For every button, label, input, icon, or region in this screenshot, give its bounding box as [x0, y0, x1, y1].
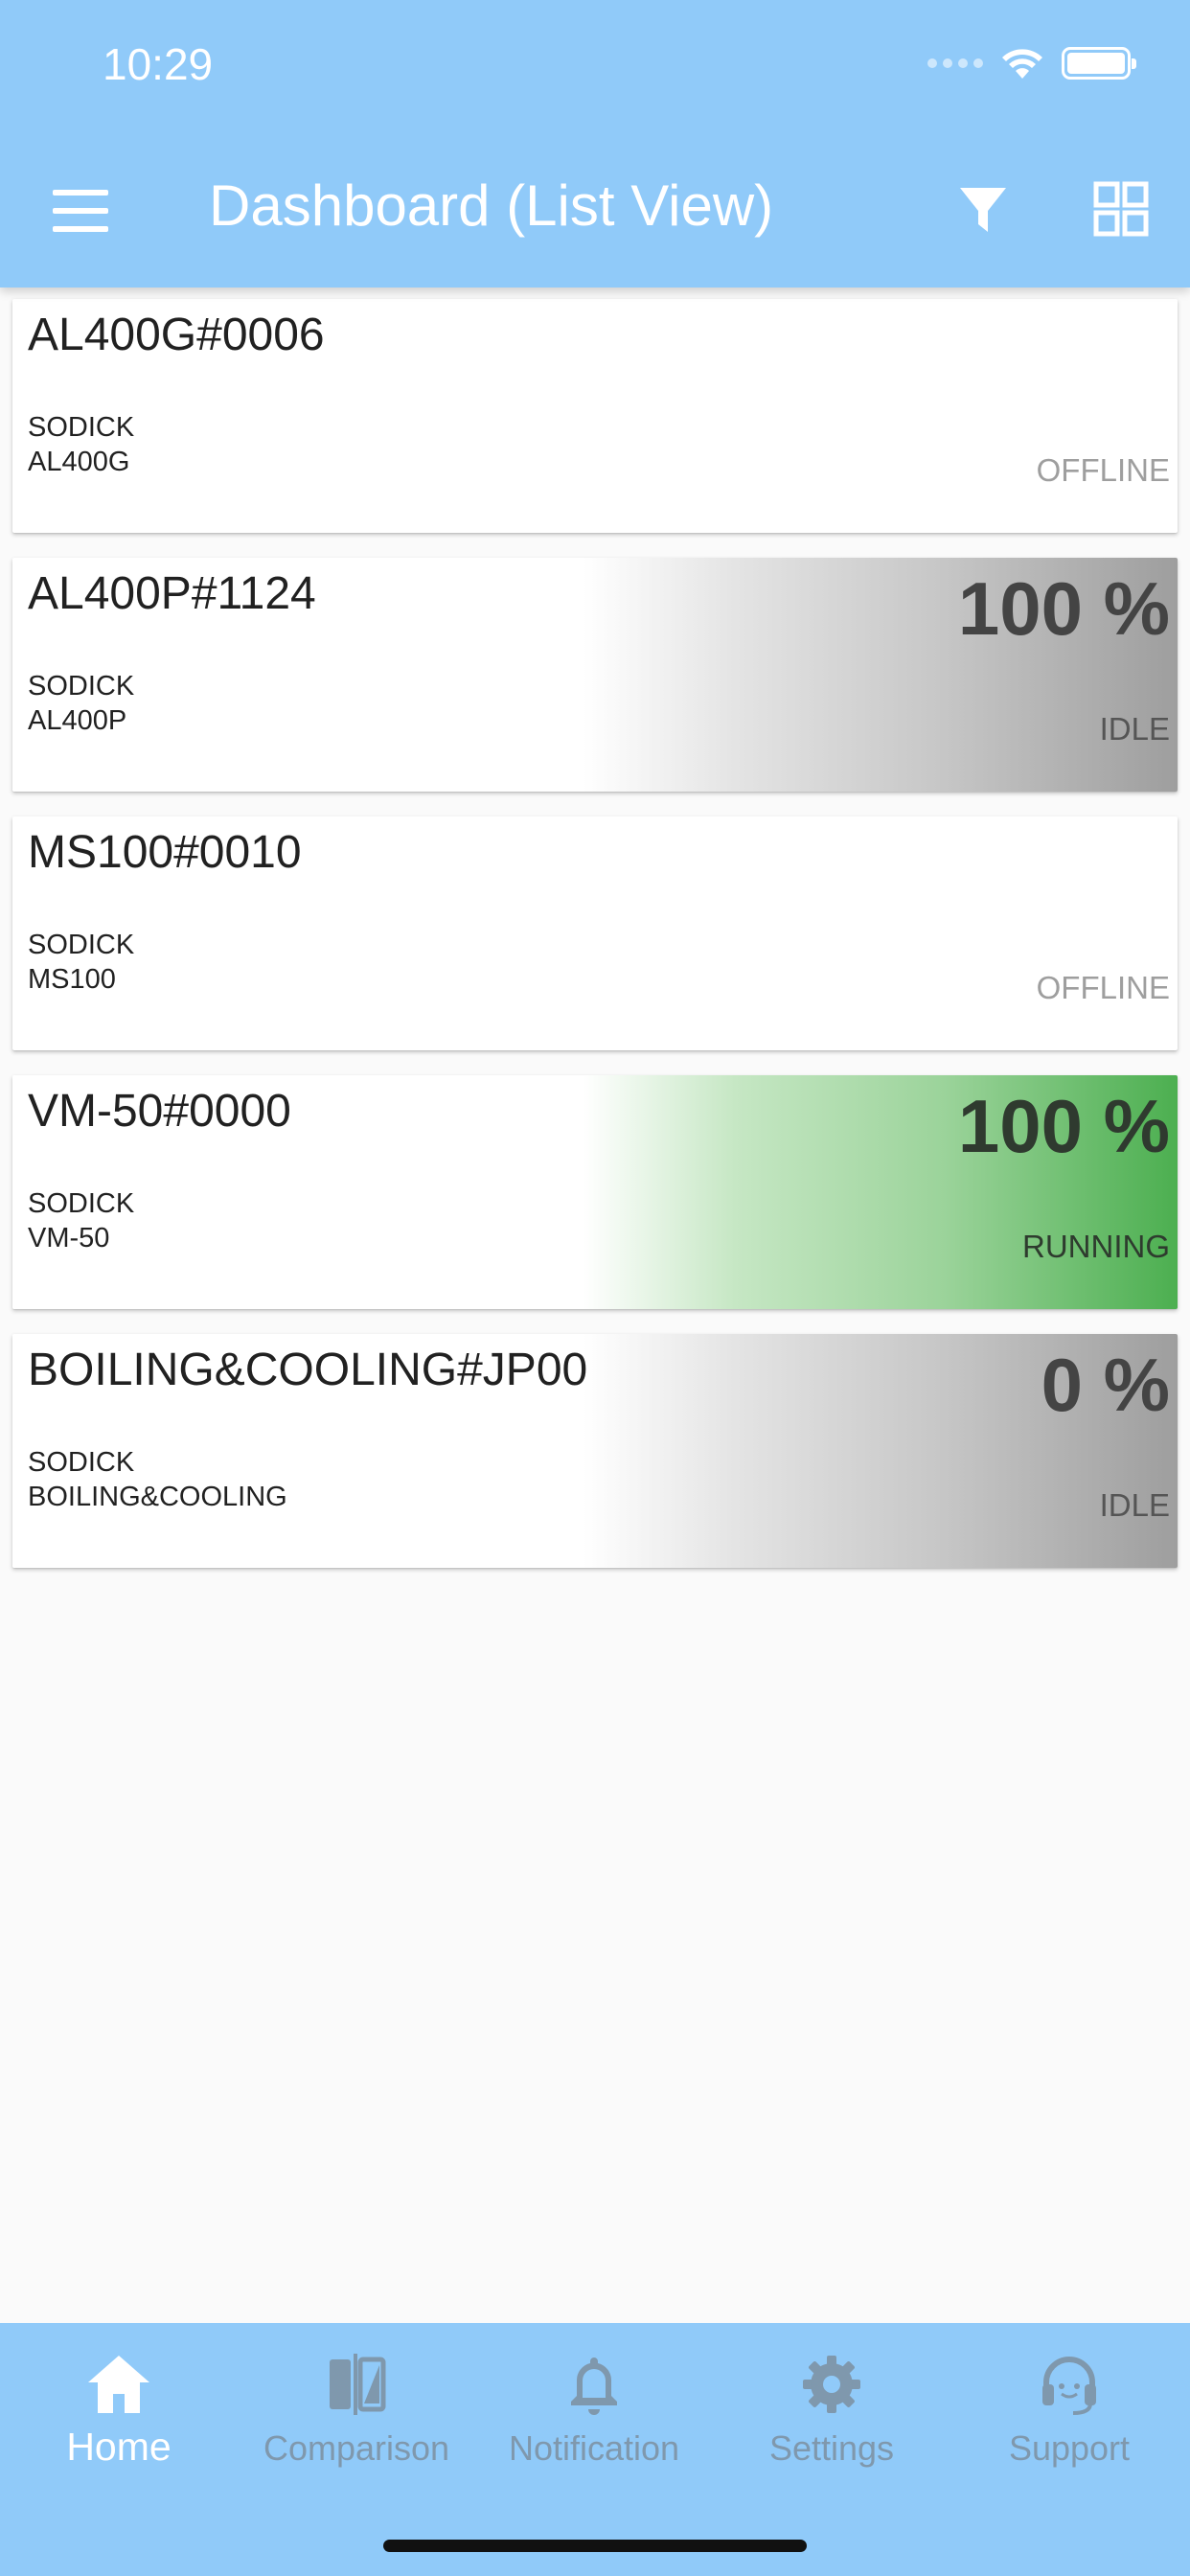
status-indicators: [927, 44, 1136, 82]
filter-button[interactable]: [954, 180, 1012, 238]
nav-item-notification[interactable]: Notification: [475, 2350, 713, 2494]
machine-card[interactable]: AL400G#0006 SODICK AL400G OFFLINE: [12, 299, 1178, 533]
machine-maker: SODICK: [28, 930, 135, 960]
machine-status: RUNNING: [1022, 1229, 1170, 1264]
page-title: Dashboard (List View): [209, 173, 774, 238]
machine-maker: SODICK: [28, 412, 135, 443]
machine-maker: SODICK: [28, 671, 135, 702]
machine-status: IDLE: [1099, 1487, 1170, 1523]
nav-item-home[interactable]: Home: [0, 2350, 238, 2494]
nav-label-support: Support: [1008, 2428, 1131, 2468]
machine-status: OFFLINE: [1036, 970, 1170, 1005]
machine-card[interactable]: AL400P#1124 SODICK AL400P 100 % IDLE: [12, 558, 1178, 792]
nav-label-notification: Notification: [508, 2428, 680, 2468]
machine-list: AL400G#0006 SODICK AL400G OFFLINE AL400P…: [12, 299, 1178, 1593]
grid-view-icon: [1093, 181, 1149, 237]
wifi-icon: [1002, 49, 1042, 79]
nav-item-comparison[interactable]: Comparison: [238, 2350, 475, 2494]
menu-button[interactable]: [53, 190, 108, 232]
nav-label-settings: Settings: [768, 2428, 895, 2468]
machine-name: VM-50#0000: [28, 1086, 291, 1137]
machine-name: MS100#0010: [28, 827, 302, 878]
nav-label-comparison: Comparison: [263, 2428, 450, 2468]
machine-maker: SODICK: [28, 1188, 135, 1219]
machine-name: BOILING&COOLING#JP00: [28, 1345, 588, 1395]
cellular-signal-icon: [927, 58, 983, 68]
machine-model: BOILING&COOLING: [28, 1482, 287, 1512]
machine-status: OFFLINE: [1036, 452, 1170, 488]
nav-item-settings[interactable]: Settings: [713, 2350, 950, 2494]
machine-card[interactable]: VM-50#0000 SODICK VM-50 100 % RUNNING: [12, 1075, 1178, 1309]
machine-percent: 100 %: [957, 1084, 1170, 1168]
home-indicator: [383, 2540, 807, 2552]
status-time: 10:29: [103, 39, 214, 89]
app-bar: Dashboard (List View): [0, 144, 1190, 288]
grid-view-button[interactable]: [1092, 180, 1150, 238]
bell-icon: [571, 2358, 617, 2415]
machine-model: MS100: [28, 964, 116, 995]
machine-model: AL400P: [28, 705, 127, 736]
nav-item-support[interactable]: Support: [950, 2350, 1188, 2494]
battery-icon: [1062, 47, 1136, 80]
headset-icon: [1042, 2357, 1096, 2415]
machine-name: AL400P#1124: [28, 568, 316, 619]
machine-percent: 100 %: [957, 566, 1170, 651]
machine-card[interactable]: BOILING&COOLING#JP00 SODICK BOILING&COOL…: [12, 1334, 1178, 1568]
filter-funnel-icon: [960, 188, 1006, 232]
machine-model: AL400G: [28, 447, 130, 477]
hamburger-menu-icon: [53, 190, 108, 196]
header: 10:29 Dashboard (List View): [0, 0, 1190, 288]
compare-icon: [330, 2354, 386, 2415]
machine-card[interactable]: MS100#0010 SODICK MS100 OFFLINE: [12, 816, 1178, 1050]
machine-name: AL400G#0006: [28, 310, 325, 360]
machine-model: VM-50: [28, 1223, 110, 1254]
machine-maker: SODICK: [28, 1447, 135, 1478]
gear-icon: [803, 2356, 860, 2413]
nav-label-home: Home: [66, 2425, 172, 2469]
bottom-nav: Home Comparison Notification Settings Su…: [0, 2323, 1190, 2576]
machine-status: IDLE: [1099, 711, 1170, 747]
home-icon: [88, 2356, 149, 2413]
machine-percent: 0 %: [1041, 1343, 1170, 1427]
